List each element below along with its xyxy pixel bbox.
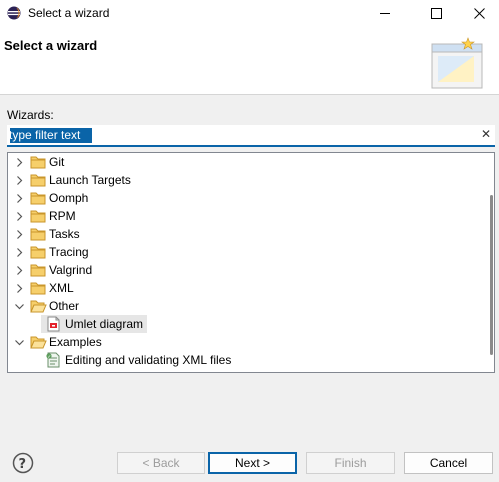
tree-item-launch-targets[interactable]: Launch Targets — [8, 171, 478, 189]
folder-open-icon — [30, 300, 47, 313]
tree-item-label: Tracing — [49, 245, 89, 259]
svg-text:?: ? — [19, 457, 27, 472]
folder-icon — [30, 192, 46, 205]
filter-input[interactable] — [9, 126, 464, 144]
wizard-tree[interactable]: Git Launch Targets Oomph RPM Tasks Traci… — [7, 152, 495, 373]
chevron-right-icon[interactable] — [15, 230, 24, 239]
eclipse-icon — [7, 6, 21, 20]
tree-item-label: Umlet diagram — [65, 317, 144, 331]
folder-icon — [30, 228, 46, 241]
tree-item-xml[interactable]: XML — [8, 279, 478, 297]
tree-item-label: Examples — [49, 335, 102, 349]
chevron-right-icon[interactable] — [15, 158, 24, 167]
chevron-right-icon[interactable] — [15, 284, 24, 293]
tree-scrollbar[interactable] — [490, 195, 493, 355]
tree-item-label: Git — [49, 155, 65, 169]
minimize-button[interactable] — [362, 0, 408, 26]
tree-item-git[interactable]: Git — [8, 153, 478, 171]
page-title: Select a wizard — [4, 38, 98, 53]
maximize-button[interactable] — [413, 0, 459, 26]
chevron-down-icon[interactable] — [15, 302, 24, 311]
filter-field[interactable]: ✕ — [7, 125, 495, 147]
tree-item-other[interactable]: Other — [8, 297, 478, 315]
tree-item-oomph[interactable]: Oomph — [8, 189, 478, 207]
svg-text:✓: ✓ — [47, 355, 51, 360]
new-wizard-banner-icon — [431, 37, 483, 89]
chevron-down-icon[interactable] — [15, 338, 24, 347]
chevron-right-icon[interactable] — [15, 194, 24, 203]
clear-filter-icon[interactable]: ✕ — [481, 127, 491, 141]
tree-item-examples[interactable]: Examples — [8, 333, 478, 351]
tree-item-tasks[interactable]: Tasks — [8, 225, 478, 243]
tree-item-label: Tasks — [49, 227, 80, 241]
tree-item-label: Editing and validating XML files — [65, 353, 232, 367]
tree-item-xml-example[interactable]: ✓ Editing and validating XML files — [8, 351, 478, 369]
wizards-label: Wizards: — [7, 108, 54, 122]
tree-item-umlet-diagram[interactable]: Umlet diagram — [8, 315, 478, 333]
finish-button[interactable]: Finish — [306, 452, 395, 474]
title-bar: Select a wizard — [0, 0, 499, 26]
back-button[interactable]: < Back — [117, 452, 205, 474]
tree-item-label: Oomph — [49, 191, 89, 205]
chevron-right-icon[interactable] — [15, 176, 24, 185]
umlet-diagram-icon — [47, 316, 60, 332]
xml-example-icon: ✓ — [46, 352, 60, 368]
close-icon — [474, 7, 485, 19]
folder-icon — [30, 156, 46, 169]
tree-item-tracing[interactable]: Tracing — [8, 243, 478, 261]
chevron-right-icon[interactable] — [15, 212, 24, 221]
folder-icon — [30, 264, 46, 277]
help-icon[interactable]: ? — [12, 452, 34, 474]
folder-icon — [30, 282, 46, 295]
tree-item-valgrind[interactable]: Valgrind — [8, 261, 478, 279]
cancel-button[interactable]: Cancel — [404, 452, 493, 474]
close-button[interactable] — [460, 0, 499, 26]
chevron-right-icon[interactable] — [15, 266, 24, 275]
wizard-header: Select a wizard — [0, 26, 499, 95]
tree-item-label: XML — [49, 281, 74, 295]
tree-item-label: Launch Targets — [49, 173, 131, 187]
tree-item-label: RPM — [49, 209, 76, 223]
tree-item-rpm[interactable]: RPM — [8, 207, 478, 225]
folder-icon — [30, 174, 46, 187]
folder-open-icon — [30, 336, 47, 349]
minimize-icon — [380, 13, 390, 14]
chevron-right-icon[interactable] — [15, 248, 24, 257]
maximize-icon — [430, 7, 442, 19]
window-title: Select a wizard — [28, 6, 110, 20]
tree-item-label: Other — [49, 299, 80, 313]
folder-icon — [30, 210, 46, 223]
next-button[interactable]: Next > — [208, 452, 297, 474]
tree-item-label: Valgrind — [49, 263, 93, 277]
folder-icon — [30, 246, 46, 259]
